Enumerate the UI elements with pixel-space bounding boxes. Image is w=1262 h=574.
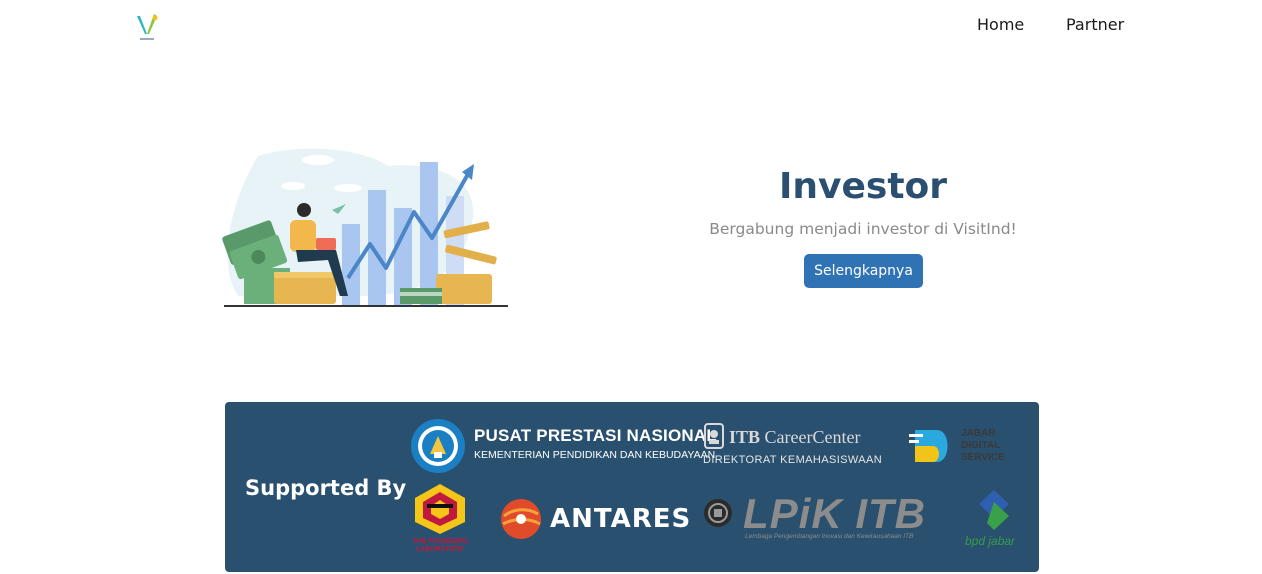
hero-subtitle: Bergabung menjadi investor di VisitInd! xyxy=(709,220,1017,238)
nav-home-link[interactable]: Home xyxy=(977,15,1024,34)
founders-cube-icon xyxy=(415,484,465,534)
tut-wuri-emblem-icon xyxy=(411,419,465,473)
founders-text: THE FOUNDERS LABORATORY xyxy=(412,538,468,553)
jabar-digital-service-logo: JABAR DIGITAL SERVICE xyxy=(907,422,1017,470)
founders-laboratory-logo: THE FOUNDERS LABORATORY xyxy=(409,482,471,558)
pusat-prestasi-logo: PUSAT PRESTASI NASIONAL KEMENTERIAN PEND… xyxy=(410,418,717,474)
lpik-name: LPiK ITB xyxy=(743,490,926,537)
itb-ganesha-icon xyxy=(704,423,724,449)
supporters-section: Supported By PUSAT PRESTASI NASIONAL KEM… xyxy=(225,402,1039,572)
bpd-jabar-icon xyxy=(979,490,1009,530)
antares-globe-icon xyxy=(501,499,541,539)
bpd-jabar-logo: bpd jabar xyxy=(963,488,1023,552)
visitind-logo[interactable] xyxy=(134,10,160,44)
hero-title: Investor xyxy=(778,166,948,207)
pusat-prestasi-subtitle: KEMENTERIAN PENDIDIKAN DAN KEBUDAYAAN xyxy=(474,449,716,461)
pusat-prestasi-title: PUSAT PRESTASI NASIONAL xyxy=(474,426,717,445)
lpik-subtitle: Lembaga Pengembangan Inovasi dan Kewirau… xyxy=(745,533,914,540)
itb-career-title: ITB CareerCenter xyxy=(729,427,861,447)
navbar: Home Partner xyxy=(0,0,1262,52)
bpd-jabar-name: bpd jabar xyxy=(965,534,1016,548)
itb-seal-icon xyxy=(704,499,732,527)
jds-text: JABAR DIGITAL SERVICE xyxy=(961,428,1005,463)
investor-illustration xyxy=(222,148,508,307)
antares-logo: ANTARES xyxy=(500,498,690,542)
selengkapnya-button[interactable]: Selengkapnya xyxy=(804,254,923,288)
supported-by-title: Supported By xyxy=(245,476,407,500)
antares-name: ANTARES xyxy=(550,504,692,534)
itb-career-center-logo: ITB CareerCenter DIREKTORAT KEMAHASISWAA… xyxy=(701,420,891,470)
itb-career-subtitle: DIREKTORAT KEMAHASISWAAN xyxy=(703,454,883,466)
nav-partner-link[interactable]: Partner xyxy=(1066,15,1124,34)
jds-icon xyxy=(909,430,948,462)
lpik-itb-logo: LPiK ITB Lembaga Pengembangan Inovasi da… xyxy=(703,490,953,550)
